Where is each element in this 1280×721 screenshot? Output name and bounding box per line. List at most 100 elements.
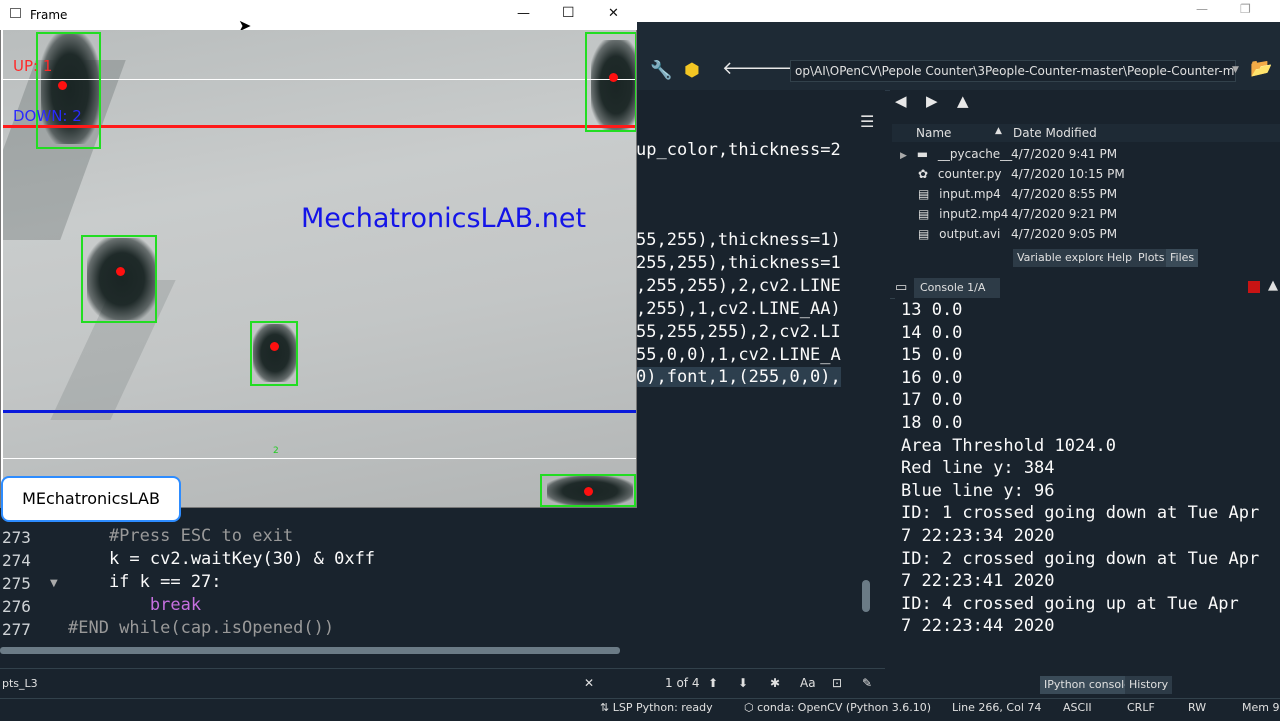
frame-titlebar[interactable] [0, 0, 637, 30]
console-line: 7 22:23:34 2020 [901, 526, 1055, 546]
tab-files[interactable]: Files [1166, 249, 1199, 267]
file-icon: ▤ [918, 207, 930, 221]
case-sensitive-button[interactable]: Aa [800, 676, 816, 690]
expand-arrow-icon[interactable]: ▶ [900, 151, 907, 161]
down-counter: DOWN: 2 [13, 107, 82, 125]
chevron-down-icon[interactable]: ▼ [1232, 60, 1246, 80]
code-line: #END while(cap.isOpened()) [68, 618, 335, 638]
console-line: ID: 2 crossed going down at Tue Apr [901, 548, 1260, 569]
code-line: 255,255),thickness=1 [636, 253, 841, 273]
object-id-label: 2 [273, 446, 279, 456]
cursor-position: Line 266, Col 74 [952, 701, 1042, 714]
find-input[interactable]: pts_L3 [0, 674, 602, 694]
watermark-text: MechatronicsLAB.net [301, 203, 587, 234]
highlight-icon[interactable]: ✎ [862, 676, 872, 690]
tab-help[interactable]: Help [1103, 249, 1137, 267]
regex-icon[interactable]: ✱ [770, 676, 780, 690]
tab-console[interactable]: Console 1/A ✕ [914, 278, 1000, 314]
minimize-button[interactable]: — [517, 6, 530, 21]
tab-history[interactable]: History [1125, 676, 1173, 694]
stop-icon[interactable] [1248, 281, 1260, 293]
console-window-icon[interactable]: ▭ [895, 280, 907, 295]
code-line: up_color,thickness=2 [636, 140, 841, 160]
console-line: 17 0.0 [901, 390, 963, 411]
console-line: Area Threshold 1024.0 [901, 435, 1116, 456]
file-date: 4/7/2020 9:21 PM [1011, 207, 1118, 221]
bounding-box [250, 321, 298, 386]
options-icon[interactable]: ▲ [1268, 278, 1278, 293]
lsp-status[interactable]: ⇅ LSP Python: ready [600, 701, 713, 714]
file-row[interactable]: ▤ input2.mp4 [918, 204, 1008, 224]
bounding-box [585, 32, 636, 132]
console-line: 13 0.0 [901, 300, 963, 320]
centroid-dot [58, 81, 67, 90]
console-line: Blue line y: 96 [901, 480, 1055, 501]
centroid-dot [609, 73, 618, 82]
code-line: 55,255,255),2,cv2.LI [636, 322, 841, 342]
match-count: 1 of 4 [665, 676, 700, 690]
file-row[interactable]: ▶ ▬ __pycache__ [900, 144, 1012, 164]
folder-open-icon[interactable]: 📂 [1250, 58, 1272, 79]
file-row[interactable]: ✿ counter.py [918, 164, 1002, 184]
clear-search-button[interactable]: ✕ [584, 676, 594, 690]
editor-vertical-scrollbar[interactable] [860, 140, 872, 635]
centroid-dot [584, 487, 593, 496]
menu-icon[interactable]: ☰ [860, 112, 874, 131]
file-row[interactable]: ▤ output.avi [918, 224, 1000, 244]
console-output[interactable]: 13 0.0 14 0.0 15 0.0 16 0.0 17 0.0 18 0.… [895, 298, 1280, 668]
code-line: ,255,255),2,cv2.LINE [636, 276, 841, 296]
find-next-icon[interactable]: ⬇ [738, 676, 748, 690]
brand-tag: MEchatronicsLAB [1, 476, 181, 522]
close-button[interactable]: ✕ [608, 6, 619, 21]
console-line: 15 0.0 [901, 345, 963, 366]
file-icon: ▤ [918, 227, 930, 241]
tab-ipython-console[interactable]: IPython console [1040, 676, 1135, 694]
console-line: 7 22:23:41 2020 [901, 571, 1055, 592]
centroid-dot [116, 267, 125, 276]
wrench-icon[interactable]: 🔧 [650, 60, 672, 81]
tab-variable-explorer[interactable]: Variable explorer [1013, 249, 1115, 267]
line-number: 277 [2, 620, 31, 639]
line-number: 275 [2, 574, 31, 593]
spyder-maximize-button[interactable]: ❐ [1240, 2, 1251, 16]
code-line-highlighted: 0),font,1,(255,0,0), [636, 367, 841, 387]
line-number: 273 [2, 528, 31, 547]
file-date: 4/7/2020 10:15 PM [1011, 167, 1125, 181]
bounding-box [36, 32, 101, 149]
conda-status[interactable]: ⬡ conda: OpenCV (Python 3.6.10) [744, 701, 931, 714]
folder-icon: ▬ [916, 147, 929, 161]
console-line: Red line y: 384 [901, 458, 1055, 479]
file-date: 4/7/2020 9:05 PM [1011, 227, 1118, 241]
conda-status-text: conda: OpenCV (Python 3.6.10) [757, 701, 932, 714]
horizontal-scroll-thumb[interactable] [0, 647, 620, 654]
console-tab-label: Console 1/A [920, 281, 986, 294]
console-line: 18 0.0 [901, 413, 963, 433]
file-name: input.mp4 [939, 187, 1001, 201]
code-line: break [68, 595, 202, 615]
column-header-name[interactable]: Name [916, 126, 951, 140]
python-file-icon: ✿ [918, 167, 929, 181]
up-circle-icon[interactable]: ▲ [957, 92, 969, 110]
whole-word-icon[interactable]: ⊡ [832, 676, 842, 690]
fold-arrow-icon[interactable]: ▼ [50, 578, 58, 589]
editor-scroll-thumb[interactable] [862, 580, 870, 612]
back-circle-icon[interactable]: ◀ [895, 92, 907, 110]
working-directory-input[interactable]: op\AI\OPenCV\Pepole Counter\3People-Coun… [790, 60, 1236, 82]
forward-circle-icon[interactable]: ▶ [926, 92, 938, 110]
file-row[interactable]: ▤ input.mp4 [918, 184, 1001, 204]
bounding-box [81, 235, 157, 323]
code-line: k = cv2.waitKey(30) & 0xff [68, 549, 376, 569]
line-number: 274 [2, 551, 31, 570]
tab-plots[interactable]: Plots [1134, 249, 1169, 267]
console-line: ID: 1 crossed going down at Tue Apr [901, 503, 1260, 524]
maximize-button[interactable]: ☐ [562, 5, 575, 21]
code-line: ,255),1,cv2.LINE_AA) [636, 299, 841, 319]
frame-title: Frame [30, 8, 68, 22]
file-name: __pycache__ [937, 147, 1013, 161]
file-name: output.avi [939, 227, 1001, 241]
conda-icon: ⬡ [744, 701, 754, 714]
spyder-minimize-button[interactable]: — [1196, 2, 1208, 16]
column-header-date[interactable]: Date Modified [1013, 126, 1097, 140]
python-icon[interactable]: ⬢ [684, 60, 700, 81]
find-previous-icon[interactable]: ⬆ [708, 676, 718, 690]
